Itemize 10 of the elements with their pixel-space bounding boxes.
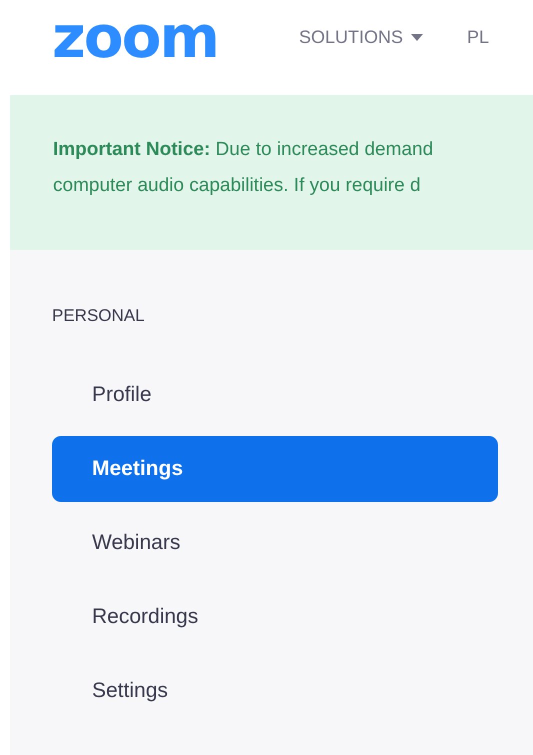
- sidebar-item[interactable]: Meetings: [52, 436, 498, 502]
- nav-link[interactable]: PL: [466, 27, 489, 48]
- nav-link[interactable]: SOLUTIONS: [298, 27, 423, 48]
- notice-text: computer audio capabilities. If you require d: [53, 174, 421, 198]
- notice-text: Important Notice: Due to increased demand: [53, 138, 434, 162]
- section-heading: PERSONAL: [52, 306, 145, 326]
- sidebar-item[interactable]: Profile: [52, 362, 498, 428]
- sidebar-item[interactable]: Recordings: [52, 584, 498, 650]
- sidebar-item[interactable]: Webinars: [52, 510, 498, 576]
- sidebar-item[interactable]: Settings: [52, 658, 498, 724]
